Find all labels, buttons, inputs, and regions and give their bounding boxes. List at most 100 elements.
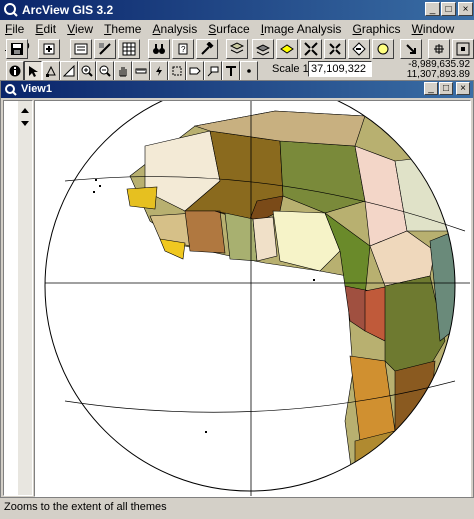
menu-edit[interactable]: Edit (30, 20, 59, 36)
menu-theme[interactable]: Theme (99, 20, 144, 36)
locate-address-button[interactable]: ? (172, 39, 194, 59)
scale-field[interactable]: 37,109,322 (308, 61, 372, 77)
menu-analysis[interactable]: Analysis (148, 20, 201, 36)
zoom-in-extent-button[interactable] (428, 39, 450, 59)
menu-window[interactable]: Window (407, 20, 458, 36)
add-theme-button[interactable] (38, 39, 60, 59)
menu-file[interactable]: File (0, 20, 27, 36)
maximize-button[interactable]: □ (441, 2, 456, 16)
select-features-icon (377, 43, 389, 55)
country-togo-benin (252, 216, 278, 262)
app-title: ArcView GIS 3.2 (22, 3, 114, 17)
arrow-pointer-icon (29, 66, 38, 77)
country-ivory-coast (184, 210, 226, 254)
select-feature-tool[interactable] (60, 61, 78, 81)
help-button[interactable] (400, 39, 422, 59)
text-t-icon (226, 66, 236, 76)
coordinate-readout: -8,989,635.92 11,307,893.89 (407, 60, 470, 80)
select-feature-icon (62, 64, 75, 77)
view-maximize-button[interactable]: □ (439, 82, 453, 95)
arcview-app-icon (4, 3, 18, 17)
zoom-previous-button[interactable] (348, 39, 370, 59)
theme-properties-icon (74, 43, 88, 55)
zoom-out-tool[interactable] (96, 61, 114, 81)
menu-image-analysis[interactable]: Image Analysis (256, 20, 345, 36)
hand-icon (119, 67, 127, 77)
scroll-up-arrow-icon[interactable] (18, 105, 32, 115)
extent-in-icon (434, 44, 444, 54)
status-message: Zooms to the extent of all themes (4, 501, 167, 513)
theme-properties-button[interactable] (70, 39, 92, 59)
zoom-in-button[interactable] (300, 39, 322, 59)
area-of-interest-tool[interactable] (168, 61, 186, 81)
edit-legend-icon (99, 43, 111, 55)
select-features-button[interactable] (372, 39, 394, 59)
save-button[interactable] (6, 39, 28, 59)
magnifier-plus-icon (81, 65, 93, 77)
vertex-edit-tool[interactable] (42, 61, 60, 81)
locate-icon: ? (178, 43, 188, 55)
coordinate-y: 11,307,893.89 (406, 69, 470, 80)
country-zambia (394, 360, 436, 432)
lightning-icon (156, 66, 162, 76)
zoom-out-arrows-icon (329, 43, 341, 55)
draw-point-tool[interactable] (240, 61, 258, 81)
table-of-contents[interactable] (3, 100, 33, 496)
query-builder-button[interactable] (196, 39, 218, 59)
binoculars-icon (153, 44, 165, 54)
app-titlebar[interactable]: ArcView GIS 3.2 _ □ × (0, 0, 474, 20)
tool-bar: Scale 1: 37,109,322 -8,989,635.92 11,307… (0, 60, 474, 82)
zoom-in-tool[interactable] (78, 61, 96, 81)
vertex-edit-icon (46, 65, 56, 77)
zoom-out-extent-button[interactable] (452, 39, 474, 59)
country-ghana (224, 212, 258, 262)
view-titlebar[interactable]: View1 _ □ × (1, 81, 473, 98)
toc-scrollbar[interactable] (18, 101, 32, 495)
measure-tool[interactable] (132, 61, 150, 81)
view-title: View1 (21, 83, 52, 95)
minimize-button[interactable]: _ (425, 2, 440, 16)
extent-out-icon (456, 42, 470, 56)
floppy-disk-icon (11, 43, 23, 55)
status-bar: Zooms to the extent of all themes (0, 498, 474, 519)
callout-label-tool[interactable] (204, 61, 222, 81)
full-extent-icon (229, 42, 245, 54)
scale-label: Scale 1: (272, 63, 312, 75)
zoom-to-active-themes-button[interactable] (252, 39, 274, 59)
zoom-in-arrows-icon (304, 42, 318, 56)
menu-view[interactable]: View (62, 20, 96, 36)
info-icon (9, 65, 21, 77)
zoom-to-full-extent-button[interactable] (226, 39, 248, 59)
zoom-previous-icon (352, 42, 366, 56)
help-arrow-icon (406, 44, 416, 54)
scroll-down-arrow-icon[interactable] (18, 119, 32, 129)
globe-map[interactable] (35, 101, 471, 497)
area-of-interest-icon (172, 66, 182, 76)
label-tool[interactable] (186, 61, 204, 81)
edit-legend-button[interactable] (94, 39, 116, 59)
text-tool[interactable] (222, 61, 240, 81)
pan-tool[interactable] (114, 61, 132, 81)
hammer-icon (201, 41, 214, 55)
menu-surface[interactable]: Surface (203, 20, 252, 36)
identify-tool[interactable] (6, 61, 24, 81)
view-minimize-button[interactable]: _ (424, 82, 438, 95)
find-button[interactable] (148, 39, 170, 59)
menu-graphics[interactable]: Graphics (347, 20, 403, 36)
open-theme-table-button[interactable] (118, 39, 140, 59)
menu-bar: File Edit View Theme Analysis Surface Im… (0, 20, 474, 52)
map-canvas[interactable] (34, 100, 471, 497)
zoom-themes-icon (255, 44, 271, 56)
view-close-button[interactable]: × (456, 82, 470, 95)
table-icon (122, 42, 136, 56)
zoom-to-selected-button[interactable] (276, 39, 298, 59)
close-button[interactable]: × (458, 2, 473, 16)
pointer-tool[interactable] (24, 61, 42, 81)
label-tag-icon (189, 67, 201, 75)
svg-text:?: ? (181, 45, 186, 54)
hotlink-tool[interactable] (150, 61, 168, 81)
magnifier-minus-icon (99, 65, 111, 77)
view-window[interactable]: View1 _ □ × (0, 80, 474, 498)
zoom-out-button[interactable] (324, 39, 346, 59)
point-icon (247, 69, 251, 73)
